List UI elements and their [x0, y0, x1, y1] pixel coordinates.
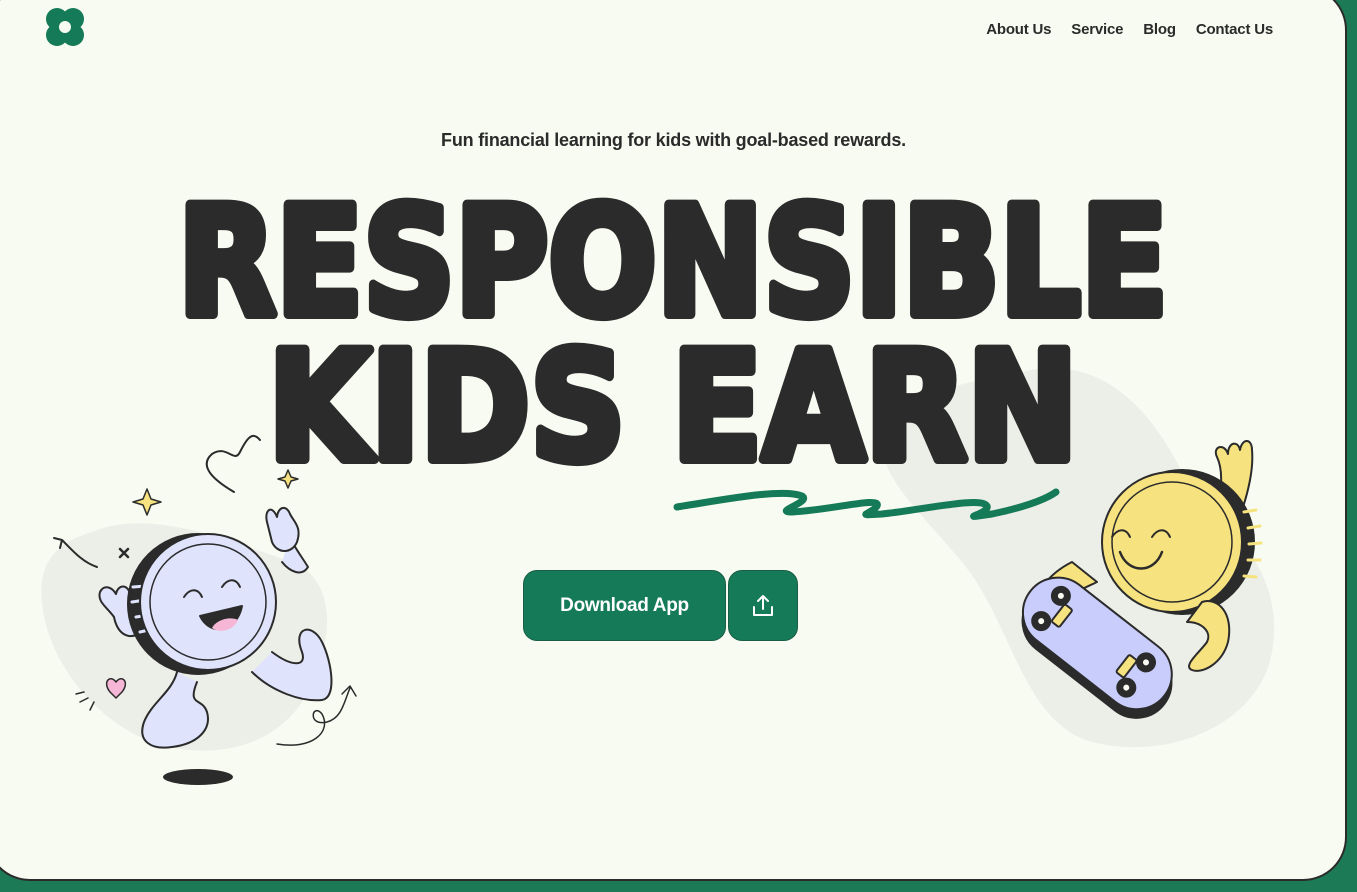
hero-illustrations	[41, 368, 1275, 785]
download-app-button[interactable]: Download App	[523, 570, 726, 641]
cta-group: Download App	[523, 570, 798, 641]
app-window: About Us Service Blog Contact Us Fun fin…	[0, 0, 1347, 881]
upload-icon	[753, 594, 773, 616]
share-button[interactable]	[728, 570, 798, 641]
page: About Us Service Blog Contact Us Fun fin…	[2, 2, 1345, 879]
